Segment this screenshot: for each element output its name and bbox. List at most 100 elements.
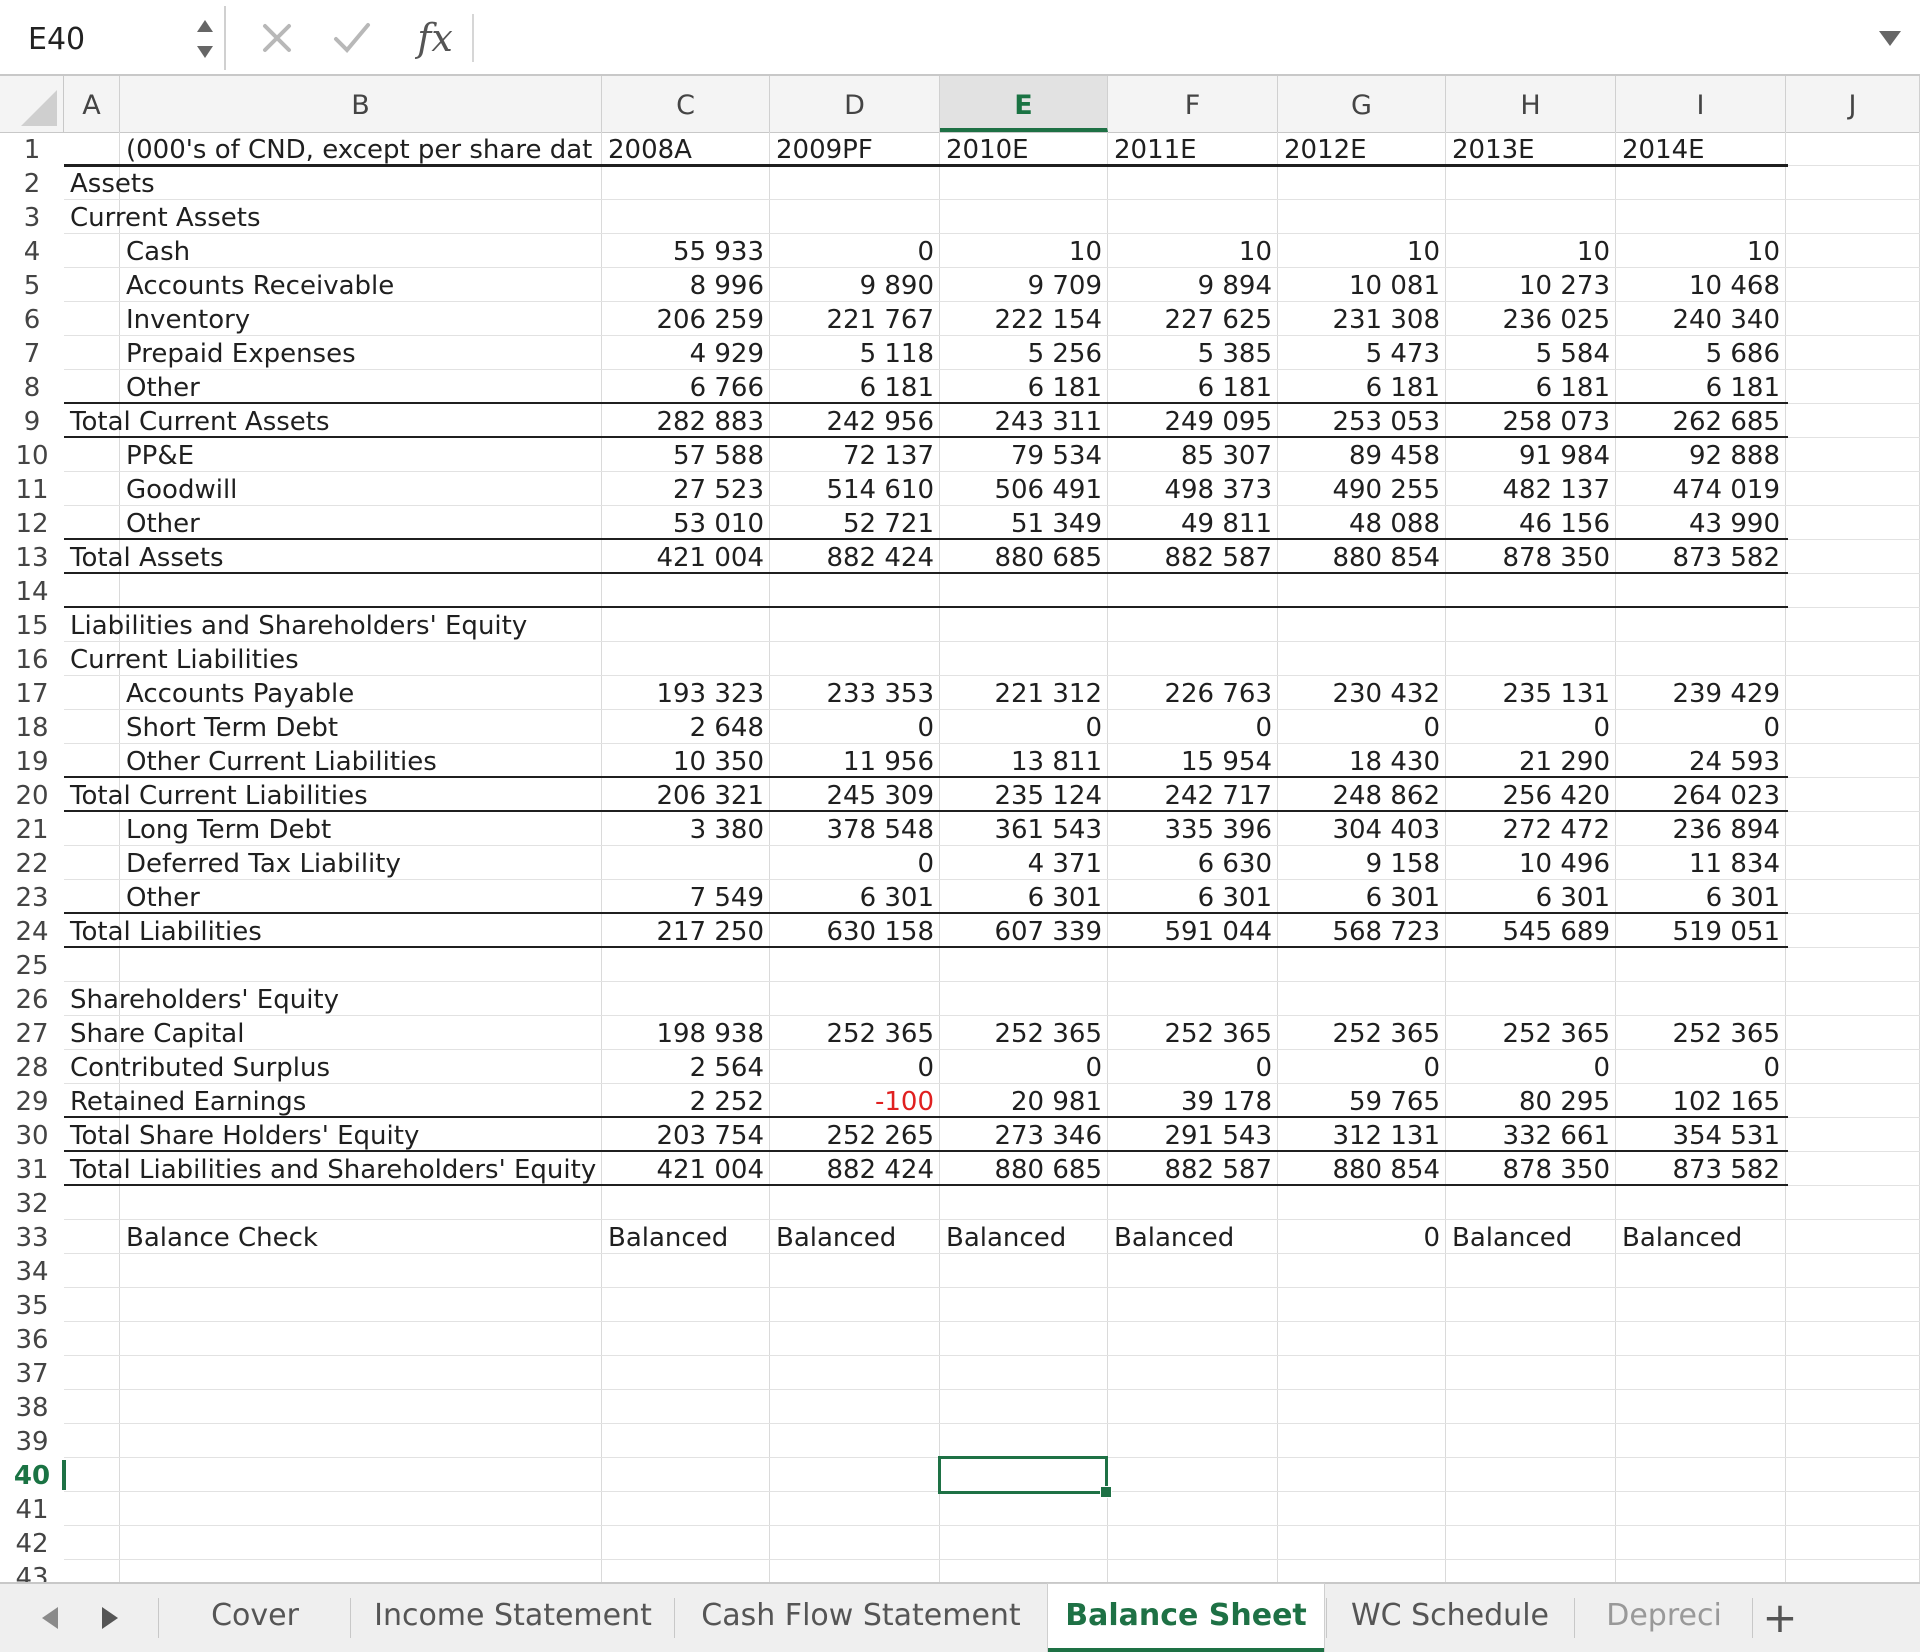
column-header-d[interactable]: D: [770, 76, 940, 132]
cell-g31[interactable]: 880 854: [1278, 1152, 1446, 1186]
confirm-icon[interactable]: [330, 10, 374, 66]
cell-b17[interactable]: Accounts Payable: [120, 676, 602, 710]
cell-c8[interactable]: 6 766: [602, 370, 770, 404]
cell-c33[interactable]: Balanced: [602, 1220, 770, 1254]
row-header-4[interactable]: 4: [0, 234, 64, 268]
cell-f28[interactable]: 0: [1108, 1050, 1278, 1084]
cell-g19[interactable]: 18 430: [1278, 744, 1446, 778]
prev-sheet-button[interactable]: [30, 1598, 70, 1638]
cell-b5[interactable]: Accounts Receivable: [120, 268, 602, 302]
row-header-26[interactable]: 26: [0, 982, 64, 1016]
cell-h19[interactable]: 21 290: [1446, 744, 1616, 778]
row-header-9[interactable]: 9: [0, 404, 64, 438]
cell-i10[interactable]: 92 888: [1616, 438, 1786, 472]
cell-d12[interactable]: 52 721: [770, 506, 940, 540]
column-header-g[interactable]: G: [1278, 76, 1446, 132]
row-header-8[interactable]: 8: [0, 370, 64, 404]
cell-h12[interactable]: 46 156: [1446, 506, 1616, 540]
cell-g11[interactable]: 490 255: [1278, 472, 1446, 506]
cell-d11[interactable]: 514 610: [770, 472, 940, 506]
cell-f4[interactable]: 10: [1108, 234, 1278, 268]
next-sheet-button[interactable]: [90, 1598, 130, 1638]
cell-i4[interactable]: 10: [1616, 234, 1786, 268]
cell-i20[interactable]: 264 023: [1616, 778, 1786, 812]
cell-e31[interactable]: 880 685: [940, 1152, 1108, 1186]
cell-h7[interactable]: 5 584: [1446, 336, 1616, 370]
spreadsheet-grid[interactable]: ABCDEFGHIJ 1 2 3 4 5 6 7 8 9 10 11 12 13 14 15 16 17 18 19…: [0, 76, 1920, 1582]
row-header-35[interactable]: 35: [0, 1288, 64, 1322]
cell-i1[interactable]: 2014E: [1616, 132, 1786, 166]
cell-f27[interactable]: 252 365: [1108, 1016, 1278, 1050]
cell-e24[interactable]: 607 339: [940, 914, 1108, 948]
cell-d33[interactable]: Balanced: [770, 1220, 940, 1254]
cell-b21[interactable]: Long Term Debt: [120, 812, 602, 846]
cell-c4[interactable]: 55 933: [602, 234, 770, 268]
cell-f19[interactable]: 15 954: [1108, 744, 1278, 778]
cell-e27[interactable]: 252 365: [940, 1016, 1108, 1050]
cell-c23[interactable]: 7 549: [602, 880, 770, 914]
cell-d19[interactable]: 11 956: [770, 744, 940, 778]
row-header-41[interactable]: 41: [0, 1492, 64, 1526]
cell-b33[interactable]: Balance Check: [120, 1220, 602, 1254]
cell-b8[interactable]: Other: [120, 370, 602, 404]
row-header-30[interactable]: 30: [0, 1118, 64, 1152]
cell-i11[interactable]: 474 019: [1616, 472, 1786, 506]
cell-d13[interactable]: 882 424: [770, 540, 940, 574]
column-header-i[interactable]: I: [1616, 76, 1786, 132]
cell-f20[interactable]: 242 717: [1108, 778, 1278, 812]
cell-e11[interactable]: 506 491: [940, 472, 1108, 506]
cell-d21[interactable]: 378 548: [770, 812, 940, 846]
cell-i9[interactable]: 262 685: [1616, 404, 1786, 438]
cell-i21[interactable]: 236 894: [1616, 812, 1786, 846]
cell-c6[interactable]: 206 259: [602, 302, 770, 336]
cell-h13[interactable]: 878 350: [1446, 540, 1616, 574]
cell-i29[interactable]: 102 165: [1616, 1084, 1786, 1118]
cell-c31[interactable]: 421 004: [602, 1152, 770, 1186]
column-header-h[interactable]: H: [1446, 76, 1616, 132]
cell-e13[interactable]: 880 685: [940, 540, 1108, 574]
cell-e33[interactable]: Balanced: [940, 1220, 1108, 1254]
cell-f24[interactable]: 591 044: [1108, 914, 1278, 948]
cell-g5[interactable]: 10 081: [1278, 268, 1446, 302]
cell-h17[interactable]: 235 131: [1446, 676, 1616, 710]
cell-c24[interactable]: 217 250: [602, 914, 770, 948]
cell-d10[interactable]: 72 137: [770, 438, 940, 472]
cell-c10[interactable]: 57 588: [602, 438, 770, 472]
cell-g10[interactable]: 89 458: [1278, 438, 1446, 472]
column-header-b[interactable]: B: [120, 76, 602, 132]
cell-f21[interactable]: 335 396: [1108, 812, 1278, 846]
cell-h20[interactable]: 256 420: [1446, 778, 1616, 812]
cell-g20[interactable]: 248 862: [1278, 778, 1446, 812]
cell-h4[interactable]: 10: [1446, 234, 1616, 268]
cell-i12[interactable]: 43 990: [1616, 506, 1786, 540]
cell-f18[interactable]: 0: [1108, 710, 1278, 744]
cell-f5[interactable]: 9 894: [1108, 268, 1278, 302]
row-header-33[interactable]: 33: [0, 1220, 64, 1254]
column-header-j[interactable]: J: [1786, 76, 1920, 132]
cell-g12[interactable]: 48 088: [1278, 506, 1446, 540]
cell-g30[interactable]: 312 131: [1278, 1118, 1446, 1152]
cell-f9[interactable]: 249 095: [1108, 404, 1278, 438]
cell-g21[interactable]: 304 403: [1278, 812, 1446, 846]
cell-d18[interactable]: 0: [770, 710, 940, 744]
cell-d5[interactable]: 9 890: [770, 268, 940, 302]
cell-e9[interactable]: 243 311: [940, 404, 1108, 438]
cell-a2[interactable]: Assets: [64, 166, 602, 200]
cell-g1[interactable]: 2012E: [1278, 132, 1446, 166]
cell-d22[interactable]: 0: [770, 846, 940, 880]
cell-i6[interactable]: 240 340: [1616, 302, 1786, 336]
column-header-a[interactable]: A: [64, 76, 120, 132]
cell-b22[interactable]: Deferred Tax Liability: [120, 846, 602, 880]
row-header-22[interactable]: 22: [0, 846, 64, 880]
cell-c21[interactable]: 3 380: [602, 812, 770, 846]
cell-i17[interactable]: 239 429: [1616, 676, 1786, 710]
cell-h31[interactable]: 878 350: [1446, 1152, 1616, 1186]
cell-f23[interactable]: 6 301: [1108, 880, 1278, 914]
cell-b10[interactable]: PP&E: [120, 438, 602, 472]
cell-e6[interactable]: 222 154: [940, 302, 1108, 336]
cell-h6[interactable]: 236 025: [1446, 302, 1616, 336]
cell-a15[interactable]: Liabilities and Shareholders' Equity: [64, 608, 602, 642]
add-sheet-button[interactable]: +: [1752, 1592, 1808, 1644]
row-header-43[interactable]: 43: [0, 1560, 64, 1582]
cell-h28[interactable]: 0: [1446, 1050, 1616, 1084]
